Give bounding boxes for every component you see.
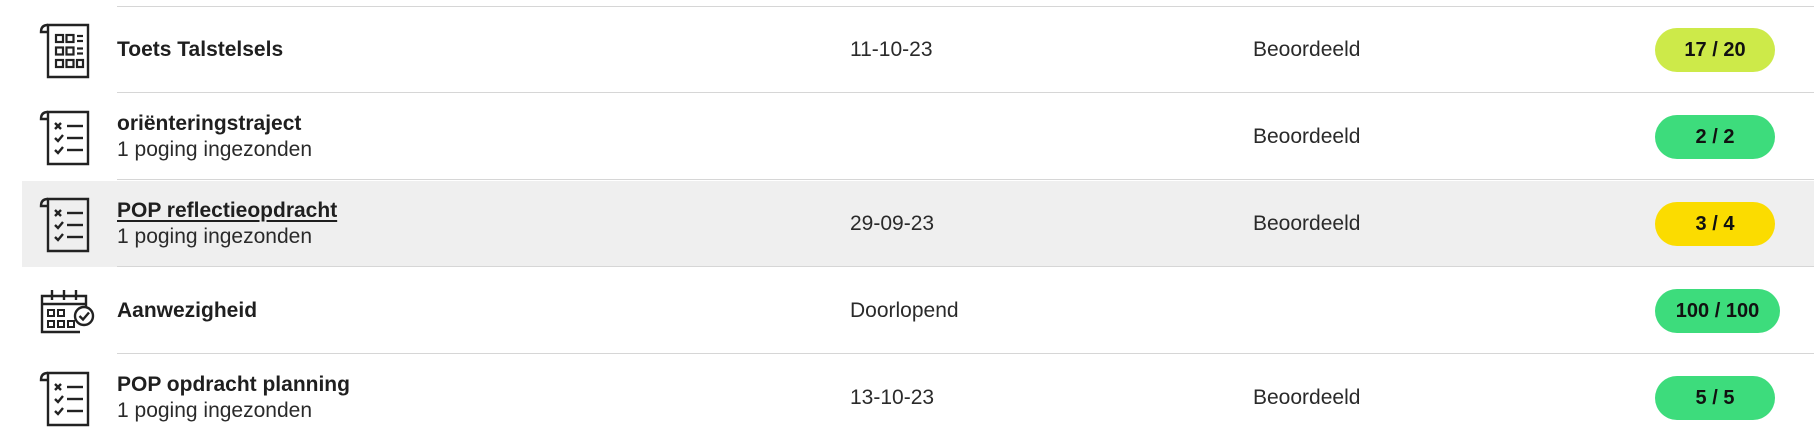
divider: [117, 266, 1814, 267]
divider: [117, 179, 1814, 180]
item-subtitle: 1 poging ingezonden: [117, 138, 313, 161]
item-title[interactable]: oriënteringstraject: [117, 111, 312, 137]
score-badge: 100 / 100: [1655, 289, 1780, 333]
list-item[interactable]: POP opdracht planning 1 poging ingezonde…: [22, 355, 1814, 441]
item-date: 29-09-23: [850, 212, 935, 235]
divider: [117, 6, 1814, 7]
score-badge: 5 / 5: [1655, 376, 1775, 420]
item-subtitle: 1 poging ingezonden: [117, 225, 313, 248]
list-item[interactable]: Toets Talstelsels 11-10-23 Beoordeeld 17…: [22, 6, 1814, 93]
item-status: Beoordeeld: [1253, 386, 1361, 409]
item-status: Beoordeeld: [1253, 125, 1361, 148]
grades-list: Toets Talstelsels 11-10-23 Beoordeeld 17…: [0, 0, 1814, 441]
item-status: Beoordeeld: [1253, 212, 1361, 235]
divider: [117, 92, 1814, 93]
item-date: 11-10-23: [850, 38, 933, 61]
item-title-link[interactable]: POP reflectieopdracht: [117, 198, 337, 224]
list-item[interactable]: oriënteringstraject 1 poging ingezonden …: [22, 94, 1814, 180]
calendar-check-icon: [36, 282, 96, 342]
calculator-grid-icon: [36, 21, 96, 81]
checklist-icon: [36, 108, 96, 168]
score-badge: 3 / 4: [1655, 202, 1775, 246]
item-date: 13-10-23: [850, 386, 935, 409]
score-badge: 17 / 20: [1655, 28, 1775, 72]
divider: [117, 353, 1814, 354]
item-date: Doorlopend: [850, 299, 959, 322]
score-badge: 2 / 2: [1655, 115, 1775, 159]
checklist-icon: [36, 369, 96, 429]
item-status: Beoordeeld: [1253, 38, 1361, 61]
item-title[interactable]: POP opdracht planning: [117, 372, 350, 398]
list-item[interactable]: Aanwezigheid Doorlopend 100 / 100: [22, 268, 1814, 354]
item-subtitle: 1 poging ingezonden: [117, 399, 313, 422]
list-item[interactable]: POP reflectieopdracht 1 poging ingezonde…: [22, 181, 1814, 267]
item-title[interactable]: Toets Talstelsels: [117, 37, 283, 63]
checklist-icon: [36, 195, 96, 255]
item-title[interactable]: Aanwezigheid: [117, 298, 257, 324]
